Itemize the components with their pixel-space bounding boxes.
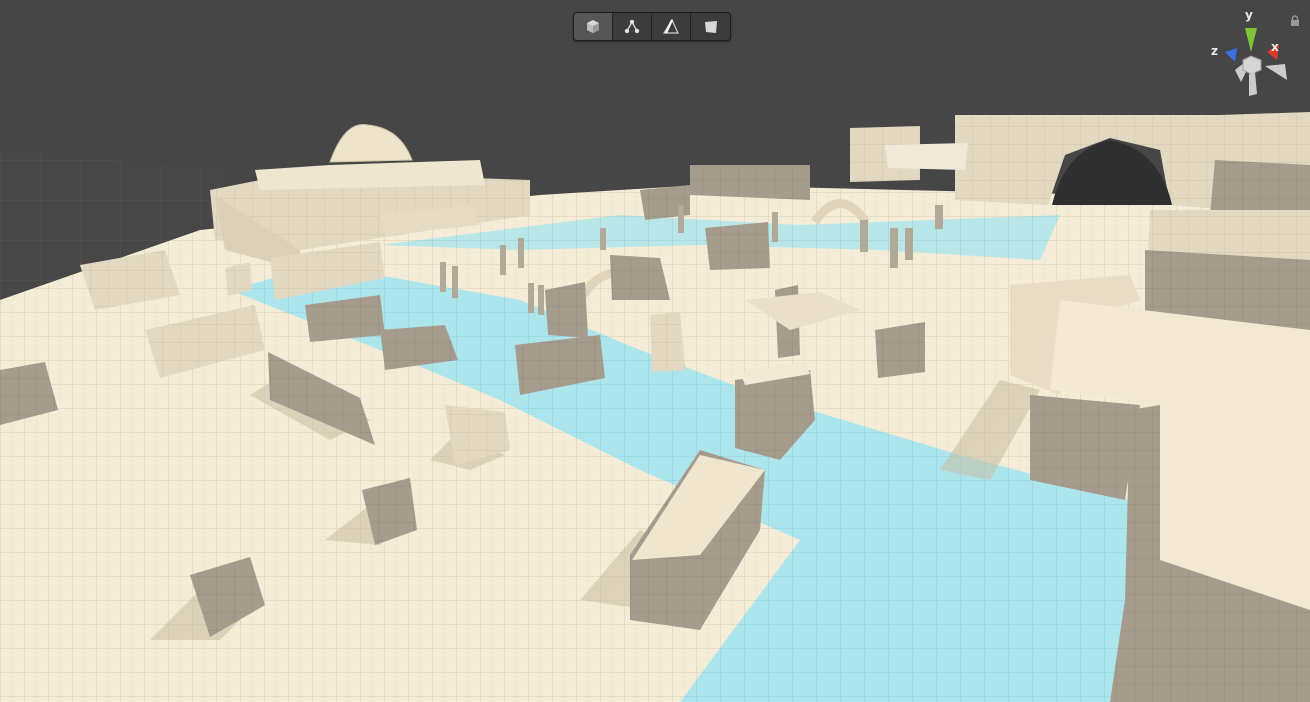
vertex-tool-button[interactable] xyxy=(613,13,652,40)
cube-icon xyxy=(587,19,599,33)
scene-viewport[interactable] xyxy=(0,0,1310,702)
edge-icon xyxy=(662,18,679,34)
face-tool-button[interactable] xyxy=(691,13,730,40)
lock-icon[interactable] xyxy=(1289,15,1301,27)
editor-mode-toolbar xyxy=(573,12,731,41)
z-axis-cone[interactable] xyxy=(1225,48,1237,62)
gizmo-center-cube[interactable] xyxy=(1242,55,1262,75)
z-axis-label: z xyxy=(1211,44,1218,58)
edge-tool-button[interactable] xyxy=(652,13,691,40)
y-axis-cone[interactable] xyxy=(1245,28,1257,52)
x-axis-label: x xyxy=(1271,40,1279,54)
face-icon xyxy=(704,20,717,33)
cube-tool-button[interactable] xyxy=(574,13,613,40)
vertex-icon xyxy=(624,19,640,33)
y-axis-label: y xyxy=(1245,8,1253,22)
